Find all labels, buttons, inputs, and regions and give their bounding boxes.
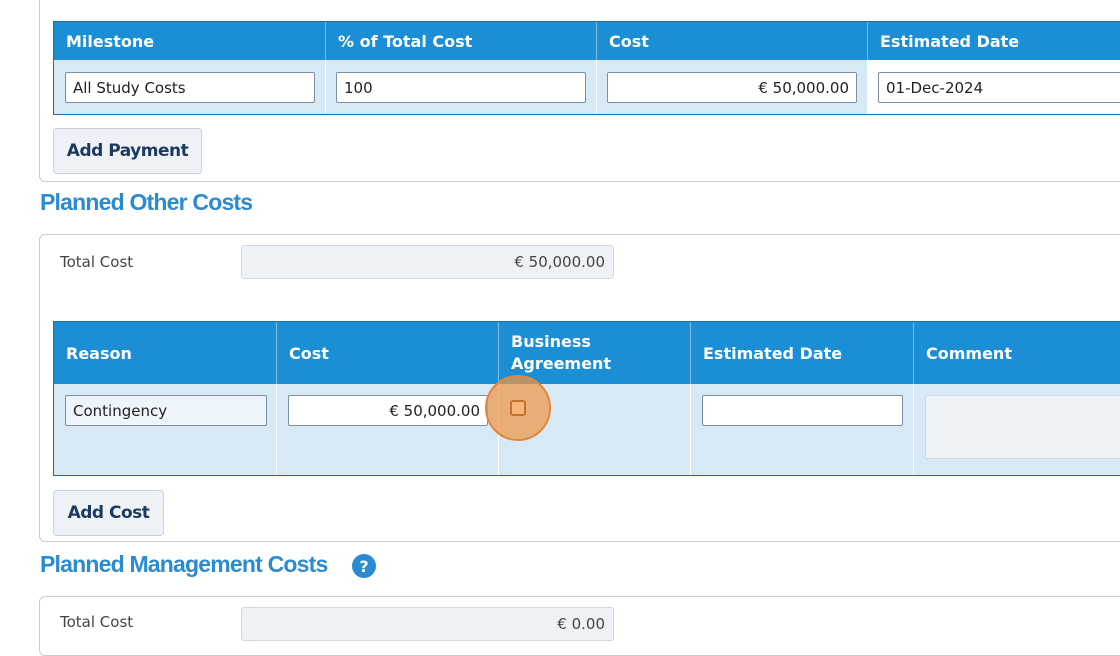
payments-table-header: Milestone % of Total Cost Cost Estimated… xyxy=(54,22,1120,60)
payments-table: Milestone % of Total Cost Cost Estimated… xyxy=(53,21,1120,115)
cell-cost: € 50,000.00 xyxy=(277,384,499,475)
col-business-agreement: Business Agreement xyxy=(499,322,691,384)
other-costs-total-label: Total Cost xyxy=(60,253,134,271)
cell-milestone: All Study Costs xyxy=(54,60,326,114)
col-percent-of-total: % of Total Cost xyxy=(326,22,597,60)
comment-textarea[interactable] xyxy=(925,395,1120,459)
add-cost-button[interactable]: Add Cost xyxy=(53,490,164,536)
cell-reason: Contingency xyxy=(54,384,277,475)
management-total-field: € 0.00 xyxy=(241,607,614,641)
other-costs-title: Planned Other Costs xyxy=(40,189,253,215)
cell-percent: 100 xyxy=(326,60,597,114)
other-costs-table: Reason Cost Business Agreement Estimated… xyxy=(53,321,1120,476)
col-estimated-date: Estimated Date xyxy=(691,322,914,384)
cell-estimated-date xyxy=(691,384,914,475)
management-costs-title: Planned Management Costs xyxy=(40,551,328,577)
col-milestone: Milestone xyxy=(54,22,326,60)
business-agreement-checkbox[interactable] xyxy=(510,400,526,416)
col-cost: Cost xyxy=(277,322,499,384)
cell-estimated-date: 01-Dec-2024 xyxy=(868,60,1120,114)
col-comment: Comment xyxy=(914,322,1120,384)
cell-cost: € 50,000.00 xyxy=(597,60,868,114)
other-costs-total-field: € 50,000.00 xyxy=(241,245,614,279)
add-payment-button[interactable]: Add Payment xyxy=(53,128,202,174)
question-circle-icon[interactable]: ? xyxy=(352,554,376,578)
percent-input[interactable]: 100 xyxy=(336,72,586,103)
col-estimated-date: Estimated Date xyxy=(868,22,1120,60)
milestone-input[interactable]: All Study Costs xyxy=(65,72,315,103)
cell-comment xyxy=(914,384,1120,475)
other-costs-table-header: Reason Cost Business Agreement Estimated… xyxy=(54,322,1120,384)
management-total-label: Total Cost xyxy=(60,613,134,631)
table-row: All Study Costs 100 € 50,000.00 01-Dec-2… xyxy=(54,60,1120,114)
payment-date-input[interactable]: 01-Dec-2024 xyxy=(878,72,1120,103)
reason-input[interactable]: Contingency xyxy=(65,395,267,426)
table-row: Contingency € 50,000.00 xyxy=(54,384,1120,475)
other-date-input[interactable] xyxy=(702,395,903,426)
payment-cost-input[interactable]: € 50,000.00 xyxy=(607,72,857,103)
col-reason: Reason xyxy=(54,322,277,384)
col-cost: Cost xyxy=(597,22,868,60)
other-cost-input[interactable]: € 50,000.00 xyxy=(288,395,488,426)
